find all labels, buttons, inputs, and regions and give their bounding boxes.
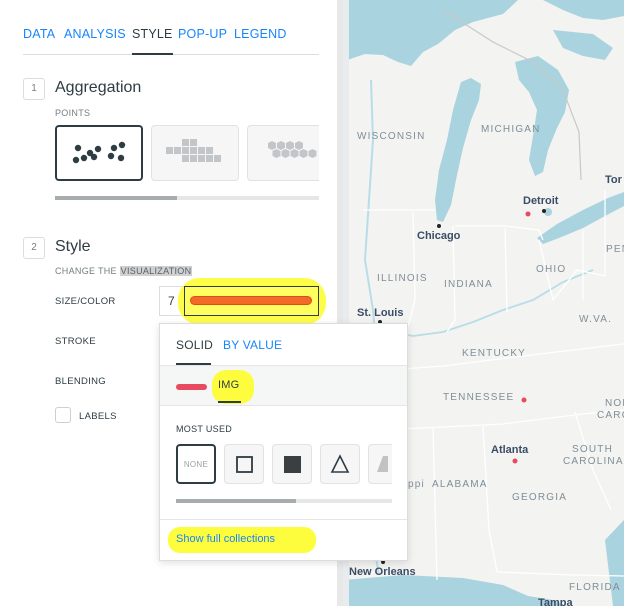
map-label-wisconsin: WISCONSIN [357,131,426,142]
tab-data[interactable]: DATA [23,27,55,55]
solid-tab-indicator [176,363,211,365]
color-field[interactable] [184,286,319,316]
tab-legend[interactable]: LEGEND [234,27,287,55]
show-full-collections-link[interactable]: Show full collections [176,533,275,545]
marker-square-outline-option[interactable] [224,444,264,484]
map-label-caro: CARO [597,410,624,421]
none-label: NONE [183,460,209,469]
color-swatch [191,297,311,304]
marker-scrollbar-thumb[interactable] [176,499,296,503]
popover-divider [160,519,407,520]
aggregation-hexagons-option[interactable] [247,125,319,181]
style-caption-prefix: CHANGE THE [55,266,120,276]
marker-none-option[interactable]: NONE [176,444,216,484]
map-label-florida: FLORIDA [569,582,621,593]
aggregation-step-number: 1 [23,78,45,100]
tab-style[interactable]: STYLE [132,27,173,55]
tab-solid[interactable]: SOLID [176,338,213,352]
map-label-south: SOUTH [572,444,613,455]
map-city-toronto: Tor [605,174,622,186]
hexagon-grid-icon [268,141,317,158]
most-used-label: MOST USED [176,424,233,434]
tab-pop-up[interactable]: POP-UP [178,27,227,55]
img-tab-indicator [218,401,241,403]
triangle-outline-icon [330,454,350,473]
size-color-label: SIZE/COLOR [55,296,116,307]
popover-tab-bar: SOLID BY VALUE [160,324,407,366]
map-label-georgia: GEORGIA [512,492,568,503]
map-label-michigan: MICHIGAN [481,124,541,135]
aggregation-points-option[interactable] [55,125,143,181]
fill-type-row: IMG [160,366,407,406]
marker-triangle-partial-option[interactable] [368,444,392,484]
aggregation-caption: POINTS [55,108,91,118]
aggregation-scrollbar[interactable] [55,196,319,200]
map-label-alabama: ALABAMA [432,479,488,490]
style-title: Style [55,238,91,255]
map-label-wva: W.VA. [579,314,613,325]
tab-by-value[interactable]: BY VALUE [223,338,282,352]
map-city-atlanta: Atlanta [491,444,529,456]
style-caption: CHANGE THE VISUALIZATION [55,266,193,276]
tab-analysis[interactable]: ANALYSIS [64,27,126,55]
map-label-kentucky: KENTUCKY [462,348,527,359]
square-outline-icon [236,456,253,473]
visualization-highlight: VISUALIZATION [119,266,193,276]
aggregation-squares-option[interactable] [151,125,239,181]
aggregation-title: Aggregation [55,79,142,96]
style-step-number: 2 [23,237,45,259]
square-filled-icon [284,456,301,473]
map-label-tennessee: TENNESSEE [443,392,515,403]
map-label-indiana: INDIANA [444,279,493,290]
points-icon [72,141,126,164]
map-label-carolina: CAROLINA [563,456,624,467]
map-city-tampa: Tampa [538,597,573,606]
aggregation-scrollbar-thumb[interactable] [55,196,177,200]
map-city-detroit: Detroit [523,195,559,207]
marker-triangle-outline-option[interactable] [320,444,360,484]
tab-img[interactable]: IMG [218,379,239,391]
map-city-new-orleans: New Orleans [349,566,416,578]
marker-square-filled-option[interactable] [272,444,312,484]
fill-color-swatch[interactable] [176,384,207,390]
squares-grid-icon [166,139,221,162]
map-label-north: NORT [605,398,624,409]
marker-scrollbar[interactable] [176,499,392,503]
blending-label: BLENDING [55,376,106,387]
map-city-chicago: Chicago [417,230,461,242]
stroke-label: STROKE [55,336,96,347]
map-label-ohio: OHIO [536,264,567,275]
map-city-st-louis: St. Louis [357,307,404,319]
triangle-partial-icon [377,456,388,472]
color-picker-popover: SOLID BY VALUE IMG MOST USED NONE Show f… [159,323,408,561]
labels-label: LABELS [79,411,117,422]
map-label-illinois: ILLINOIS [377,273,428,284]
tab-bar: DATA ANALYSIS STYLE POP-UP LEGEND [23,27,319,55]
map-label-pen: PEN [606,244,624,255]
labels-checkbox[interactable] [55,407,71,423]
map-label-ppi: ppi [408,479,425,490]
